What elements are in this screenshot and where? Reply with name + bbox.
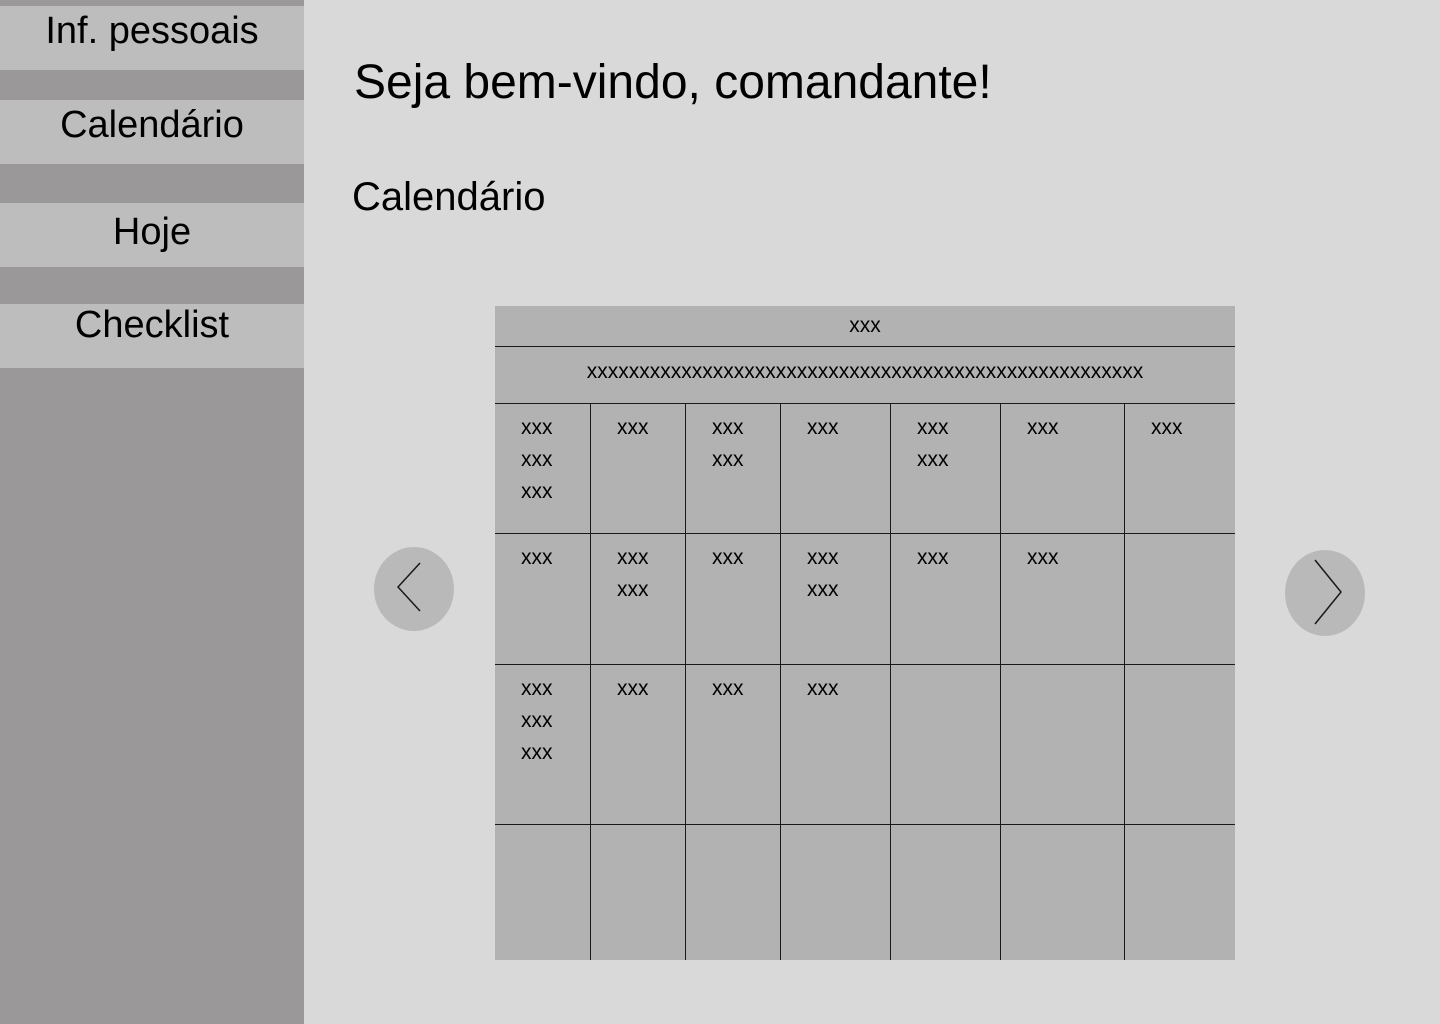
calendar-weekdays-label: xxxxxxxxxxxxxxxxxxxxxxxxxxxxxxxxxxxxxxxx… [586,360,1144,383]
calendar-day-events: xxx [1125,412,1183,444]
calendar-day-events: xxx [495,542,553,574]
calendar-day-events: xxx [1001,412,1059,444]
calendar-day-cell[interactable]: xxx [1125,403,1235,533]
sidebar-item-label: Inf. pessoais [45,10,259,52]
section-title: Calendário [352,175,546,219]
calendar-event[interactable]: xxx [686,412,744,444]
calendar-event[interactable]: xxx [781,542,839,574]
calendar-event[interactable]: xxx [495,542,553,574]
calendar-day-cell[interactable]: xxx [686,664,781,824]
calendar-event[interactable]: xxx [495,412,553,444]
calendar-day-events: xxx xxx [591,542,649,606]
sidebar-item-checklist[interactable]: Checklist [0,304,304,368]
calendar-event[interactable]: xxx [891,412,949,444]
calendar-divider [495,346,1235,347]
calendar-day-cell[interactable] [1125,664,1235,824]
calendar-event[interactable]: xxx [891,444,949,476]
sidebar-item-calendar[interactable]: Calendário [0,100,304,164]
calendar-day-cell[interactable]: xxx [1001,533,1125,664]
calendar-day-cell[interactable]: xxx [1001,403,1125,533]
calendar-event[interactable]: xxx [781,412,839,444]
sidebar-item-today[interactable]: Hoje [0,203,304,267]
calendar-day-cell[interactable] [781,824,891,960]
calendar-event[interactable]: xxx [495,705,553,737]
sidebar-item-label: Calendário [60,104,244,146]
calendar-day-cell[interactable] [891,664,1001,824]
calendar-day-events: xxx xxx xxx [495,412,553,508]
previous-month-button[interactable] [374,547,454,631]
calendar-day-cell[interactable] [1001,664,1125,824]
calendar-event[interactable]: xxx [1001,542,1059,574]
calendar-day-events: xxx [891,542,949,574]
sidebar-item-label: Checklist [74,304,230,346]
sidebar-item-personal-info[interactable]: Inf. pessoais [0,6,304,70]
next-month-button[interactable] [1285,550,1365,636]
calendar-day-events: xxx [591,673,649,705]
calendar-day-events: xxx xxx [781,542,839,606]
calendar-day-cell[interactable]: xxx xxx [591,533,686,664]
calendar-day-cell[interactable] [591,824,686,960]
calendar-day-cell[interactable]: xxx [781,664,891,824]
calendar-day-events: xxx xxx [891,412,949,476]
calendar-event[interactable]: xxx [686,673,744,705]
calendar-day-events: xxx [781,673,839,705]
calendar-day-events: xxx [686,673,744,705]
calendar-day-cell[interactable]: xxx xxx [891,403,1001,533]
calendar-month-label: xxx [849,314,881,337]
calendar-day-events: xxx [1001,542,1059,574]
calendar-event[interactable]: xxx [591,412,649,444]
sidebar: Inf. pessoais Calendário Hoje Checklist [0,0,304,1024]
calendar-day-cell[interactable] [1125,824,1235,960]
calendar-event[interactable]: xxx [781,574,839,606]
calendar-event[interactable]: xxx [495,737,553,769]
page-title: Seja bem-vindo, comandante! [354,56,992,109]
calendar-day-cell[interactable]: xxx [891,533,1001,664]
calendar-day-events: xxx xxx xxx [495,673,553,769]
calendar-day-cell[interactable]: xxx [591,664,686,824]
calendar-day-cell[interactable]: xxx xxx [686,403,781,533]
sidebar-item-label: Hoje [112,211,192,253]
calendar-event[interactable]: xxx [1125,412,1183,444]
calendar-event[interactable]: xxx [591,574,649,606]
calendar-day-cell[interactable]: xxx [686,533,781,664]
calendar-event[interactable]: xxx [1001,412,1059,444]
calendar-day-cell[interactable] [891,824,1001,960]
calendar-day-events: xxx [686,542,744,574]
calendar-day-events: xxx [591,412,649,444]
calendar-day-events: xxx xxx [686,412,744,476]
calendar-day-cell[interactable]: xxx xxx [781,533,891,664]
calendar-event[interactable]: xxx [495,673,553,705]
calendar-day-events: xxx [781,412,839,444]
calendar-day-cell[interactable]: xxx xxx xxx [495,664,591,824]
calendar-event[interactable]: xxx [495,476,553,508]
calendar-day-cell[interactable]: xxx xxx xxx [495,403,591,533]
calendar-day-cell[interactable] [495,824,591,960]
calendar-event[interactable]: xxx [591,542,649,574]
chevron-left-icon [396,562,421,612]
calendar-event[interactable]: xxx [591,673,649,705]
calendar-grid: xxx xxx xxx xxx xxx xxx xxx xxx xxx xxx xxx xxx xxx x… [495,403,1235,960]
calendar: xxx xxxxxxxxxxxxxxxxxxxxxxxxxxxxxxxxxxxx… [495,306,1235,960]
calendar-day-cell[interactable]: xxx [495,533,591,664]
calendar-day-cell[interactable]: xxx [781,403,891,533]
calendar-day-cell[interactable] [1001,824,1125,960]
calendar-day-cell[interactable] [686,824,781,960]
calendar-day-cell[interactable] [1125,533,1235,664]
calendar-event[interactable]: xxx [781,673,839,705]
calendar-day-cell[interactable]: xxx [591,403,686,533]
chevron-right-icon [1314,559,1342,625]
calendar-event[interactable]: xxx [891,542,949,574]
calendar-event[interactable]: xxx [686,444,744,476]
calendar-event[interactable]: xxx [495,444,553,476]
calendar-event[interactable]: xxx [686,542,744,574]
